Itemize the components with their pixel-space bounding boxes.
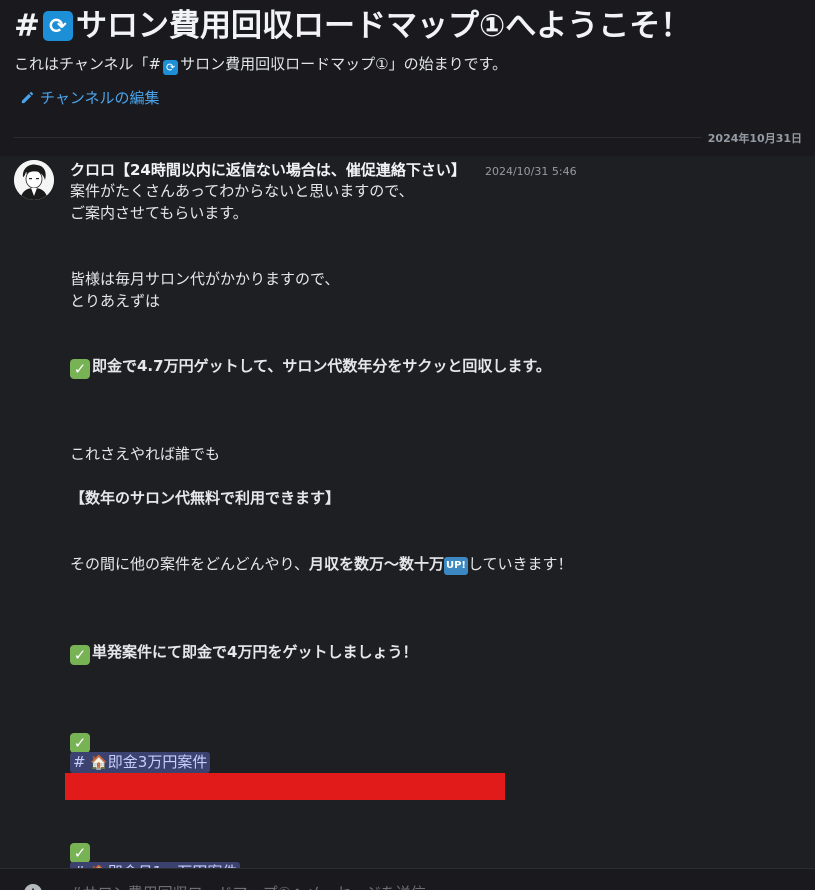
hash-icon: # (14, 8, 40, 44)
date-divider (14, 137, 801, 138)
message-header: クロロ【24時間以内に返信ない場合は、催促連絡下さい】 2024/10/31 5… (70, 159, 577, 180)
date-divider-label: 2024年10月31日 (701, 130, 802, 146)
edit-channel-button[interactable]: チャンネルの編集 (20, 87, 160, 108)
avatar[interactable] (14, 160, 54, 200)
message-line-bold: 月収を数万〜数十万 (308, 555, 444, 573)
edit-channel-label: チャンネルの編集 (40, 89, 160, 107)
house-icon: 🏠 (90, 755, 108, 771)
arrows-cycle-icon: ⟳ (42, 11, 73, 41)
message-line-text: 即金で4.7万円ゲットして、サロン代数年分をサクッと回収します。 (92, 357, 551, 375)
message-line-text: 単発案件にて即金で4万円をゲットしましょう！ (92, 643, 418, 661)
add-attachment-button[interactable]: + (24, 884, 42, 890)
welcome-title: # ⟳ サロン費用回収ロードマップ①へようこそ！ (14, 4, 691, 48)
message-line: ご案内させてもらいます。 (70, 204, 248, 222)
message-line-text: していきます！ (467, 555, 573, 573)
channel-mention-label: 即金3万円案件 (107, 753, 208, 771)
welcome-title-text: サロン費用回収ロードマップ①へようこそ！ (75, 8, 692, 44)
up-icon: UP! (443, 557, 468, 575)
check-mark-icon: ✓ (70, 645, 90, 665)
chat-page: # ⟳ サロン費用回収ロードマップ①へようこそ！ これはチャンネル「# ⟳ サロン費用回… (0, 0, 815, 890)
message-line: これさえやれば誰でも (70, 445, 221, 463)
username[interactable]: クロロ【24時間以内に返信ない場合は、催促連絡下さい】 (70, 161, 466, 179)
message-line: 【数年のサロン代無料で利用できます】 (70, 489, 341, 507)
message-input[interactable]: #サロン費用回収ロードマップ①へメッセージを送信 (70, 882, 426, 890)
welcome-description: これはチャンネル「# ⟳ サロン費用回収ロードマップ①」の始まりです。 (14, 53, 507, 75)
message-line: ✓ (70, 839, 92, 863)
message-line: ✓ (70, 729, 92, 753)
channel-welcome-header: # ⟳ サロン費用回収ロードマップ①へようこそ！ これはチャンネル「# ⟳ サロン費用回… (0, 0, 815, 156)
message-line: ✓ 即金で4.7万円ゲットして、サロン代数年分をサクッと回収します。 (70, 355, 551, 379)
check-mark-icon: ✓ (70, 733, 90, 753)
welcome-desc-suffix: 」の始まりです。 (388, 55, 508, 73)
pencil-icon (21, 91, 34, 104)
avatar-image (14, 160, 54, 200)
redaction-bar (65, 773, 505, 800)
message-line-text: その間に他の案件をどんどんやり、 (70, 555, 309, 573)
message-line: 案件がたくさんあってわからないと思いますので、 (70, 182, 414, 200)
message-line: 皆様は毎月サロン代がかかりますので、 (70, 270, 340, 288)
channel-mention[interactable]: # 🏠即金3万円案件 (70, 752, 211, 773)
check-mark-icon: ✓ (70, 359, 90, 379)
message-composer: + #サロン費用回収ロードマップ①へメッセージを送信 (0, 868, 815, 890)
welcome-desc-channel: サロン費用回収ロードマップ① (180, 55, 389, 73)
check-mark-icon: ✓ (70, 843, 90, 863)
message-line: とりあえずは (70, 292, 161, 310)
arrows-cycle-icon: ⟳ (163, 60, 179, 75)
message-line: その間に他の案件をどんどんやり、月収を数万〜数十万 UP! していきます！ (70, 553, 573, 575)
hash-icon: # (73, 753, 86, 771)
message-line: ✓ 単発案件にて即金で4万円をゲットしましょう！ (70, 641, 417, 665)
message-timestamp: 2024/10/31 5:46 (484, 165, 577, 178)
welcome-desc-prefix: これはチャンネル「# (14, 55, 162, 73)
